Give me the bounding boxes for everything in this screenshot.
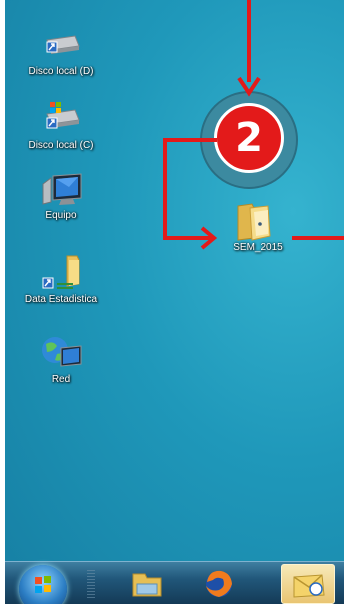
outlook-icon <box>293 574 325 598</box>
taskbar-file-explorer[interactable] <box>121 564 173 602</box>
taskbar-grip <box>87 570 95 600</box>
taskbar-firefox[interactable] <box>193 564 245 602</box>
annotation-arrows <box>163 0 344 250</box>
taskbar <box>5 561 344 604</box>
desktop: Disco local (D) Disco local (C) Equipo D… <box>5 0 344 604</box>
file-explorer-icon <box>132 573 162 597</box>
arrow-right-line <box>163 138 217 240</box>
firefox-icon <box>206 570 232 597</box>
taskbar-outlook[interactable] <box>281 564 335 604</box>
start-orb-icon[interactable] <box>19 565 67 604</box>
